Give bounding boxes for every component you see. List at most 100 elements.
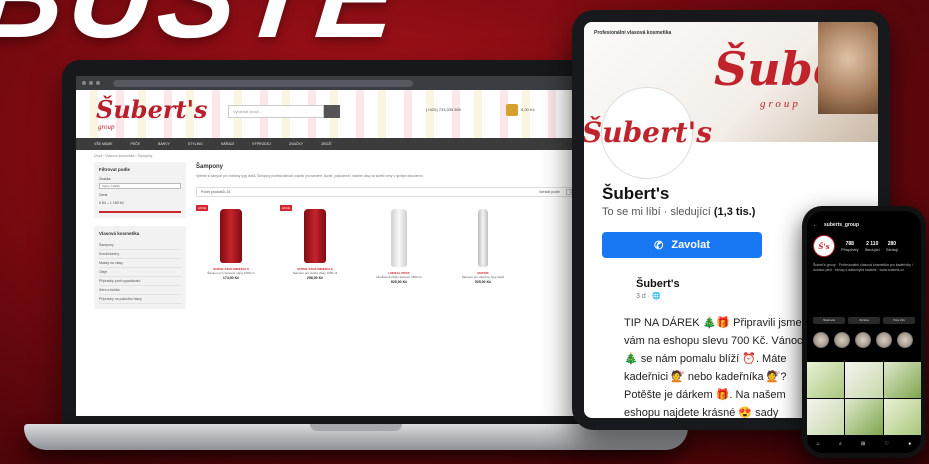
product-name[interactable]: Šampon pro suché vlasy 1000 ml [280,271,350,275]
category-item[interactable]: Přípravky na pokožku hlavy [99,295,181,304]
following-stat[interactable]: 280 Sleduji [886,241,898,252]
window-maximize-icon[interactable] [96,81,100,85]
profile-actions: Sledovat Zpráva Více info [807,315,921,326]
nav-item[interactable]: ZBOŽÍ [321,142,331,146]
profile-avatar[interactable]: Šubert's [584,88,712,178]
sidebar: Filtrovat podle Značka Vyber značku Cena… [94,162,186,317]
add-post-icon[interactable]: ⊞ [861,441,865,447]
price-filter-label: Cena [99,193,108,197]
highlight-item[interactable] [897,332,913,348]
cover-model-photo [818,22,878,114]
filter-title: Filtrovat podle [99,167,131,172]
phone-screen: ← suberts_group Š's 788 Příspěvky 2 110 Sl… [807,211,921,453]
call-button[interactable]: ✆ Zavolat [602,232,762,258]
more-info-button[interactable]: Více info [883,317,915,324]
product-image[interactable] [304,208,326,263]
shop-logo[interactable]: Šubert's group [96,94,208,131]
home-icon[interactable]: ⌂ [817,441,820,447]
product-image[interactable] [220,208,242,263]
post-thumbnail[interactable] [845,362,883,398]
product-price: 525,00 Kč [474,279,492,284]
nav-item[interactable]: VŠE MÁME [94,142,112,146]
shop-content: Filtrovat podle Značka Vyber značku Cena… [76,162,628,317]
product-image[interactable] [391,208,407,267]
product-name[interactable]: Šampon pro všechny typy vlasů [448,275,518,279]
highlight-item[interactable] [834,332,850,348]
price-range-slider[interactable] [99,211,181,213]
post-thumbnail[interactable] [883,362,921,398]
nav-item[interactable]: VÝPRODEJ [252,142,271,146]
product-card[interactable]: LOREAL PROF Hloubkově čisticí šampon 150… [364,205,434,284]
product-price: 174,00 Kč [222,275,240,280]
nav-item[interactable]: BARVY [158,142,170,146]
instagram-avatar[interactable]: Š's [813,235,835,257]
highlight-item[interactable] [876,332,892,348]
headline-text: BUSTE [0,0,407,63]
posts-stat[interactable]: 788 Příspěvky [841,241,859,252]
page-name[interactable]: Šubert's [602,184,669,204]
post-thumbnail[interactable] [807,399,845,435]
sale-badge: AKCE [196,204,209,211]
cover-logo-subtext: group [760,98,801,110]
profile-icon[interactable]: ● [908,441,911,447]
logo-subtext: group [98,122,115,131]
search-button[interactable] [324,105,340,118]
laptop-screen: Šubert's group Vyhledat zboží... (+420) … [76,76,628,416]
highlight-item[interactable] [813,332,829,348]
browser-toolbar [76,76,628,90]
post-thumbnail[interactable] [883,399,921,435]
cart-total[interactable]: 0,00 Kč [521,107,535,112]
post-grid [807,354,921,435]
product-name[interactable]: Šampon pro barvené vlasy 1000 ml [196,271,266,275]
instagram-bio: Šubert's group · Profesionální vlasová k… [813,263,913,272]
category-item[interactable]: Přípravky proti vypadávání [99,277,181,286]
nav-item[interactable]: ZNAČKY [289,142,303,146]
message-button[interactable]: Zpráva [848,317,880,324]
instagram-profile-header: Š's 788 Příspěvky 2 110 Sledující 280 Sledu… [807,231,921,261]
product-card[interactable]: AKCE SUPER-STAR MINERALS Šampon pro barv… [196,204,266,284]
post-author[interactable]: Šubert's [636,278,680,290]
product-price: 825,00 Kč [390,279,408,284]
instagram-handle: suberts_group [824,222,860,228]
product-card[interactable]: AKCE SUPER-STAR MINERALS Šampon pro such… [280,204,350,284]
brand-filter-select[interactable]: Vyber značku [99,183,181,189]
window-minimize-icon[interactable] [89,81,93,85]
category-item[interactable]: Šampony [99,241,181,250]
instagram-tab-bar: ⌂ ⌕ ⊞ ♡ ● [807,439,921,449]
nav-item[interactable]: PÉČE [130,142,140,146]
brand-filter-label: Značka [99,177,111,181]
laptop: Šubert's group Vyhledat zboží... (+420) … [62,60,642,432]
cart-icon[interactable] [506,104,518,116]
post-text: TIP NA DÁREK 🎄🎁 Připravili jsme vám na e… [624,317,809,418]
follow-button[interactable]: Sledovat [813,317,845,324]
product-image[interactable] [478,208,488,267]
category-panel: Vlasová kosmetika Šampony Kondicionéry M… [94,226,186,309]
address-bar[interactable] [113,79,413,87]
product-listing: Šampony Vyberte si šampon pro všechny ty… [196,162,610,317]
story-highlights [807,326,921,354]
post-thumbnail[interactable] [807,362,845,398]
category-item[interactable]: Kondicionéry [99,250,181,259]
post-thumbnail[interactable] [845,399,883,435]
phone-number[interactable]: (+420) 733 035 600 [426,107,461,112]
heart-icon[interactable]: ♡ [885,441,889,447]
logo-text: Šubert's [96,94,208,124]
category-item[interactable]: Séra a tonika [99,286,181,295]
back-arrow-icon[interactable]: ← [813,222,818,228]
search-icon[interactable]: ⌕ [839,441,842,447]
highlight-item[interactable] [855,332,871,348]
category-item[interactable]: Masky na vlasy [99,259,181,268]
search-input[interactable]: Vyhledat zboží... [228,105,324,118]
phone: ← suberts_group Š's 788 Příspěvky 2 110 Sl… [802,206,926,458]
product-count: Počet produktů: 24 [201,189,231,194]
category-item[interactable]: Oleje [99,268,181,277]
followers-stat[interactable]: 2 110 Sledující [865,241,880,252]
window-close-icon[interactable] [82,81,86,85]
breadcrumb[interactable]: Úvod › Vlasová kosmetika › Šampony [76,150,628,162]
nav-item[interactable]: STYLING [188,142,203,146]
sort-label: Seřadit podle [539,189,560,194]
nav-item[interactable]: NÁŘADÍ [221,142,234,146]
shop-header: Šubert's group Vyhledat zboží... (+420) … [76,90,628,138]
product-name[interactable]: Hloubkově čisticí šampon 1500 ml [364,275,434,279]
product-card[interactable]: MATRIX Šampon pro všechny typy vlasů 525… [448,205,518,284]
